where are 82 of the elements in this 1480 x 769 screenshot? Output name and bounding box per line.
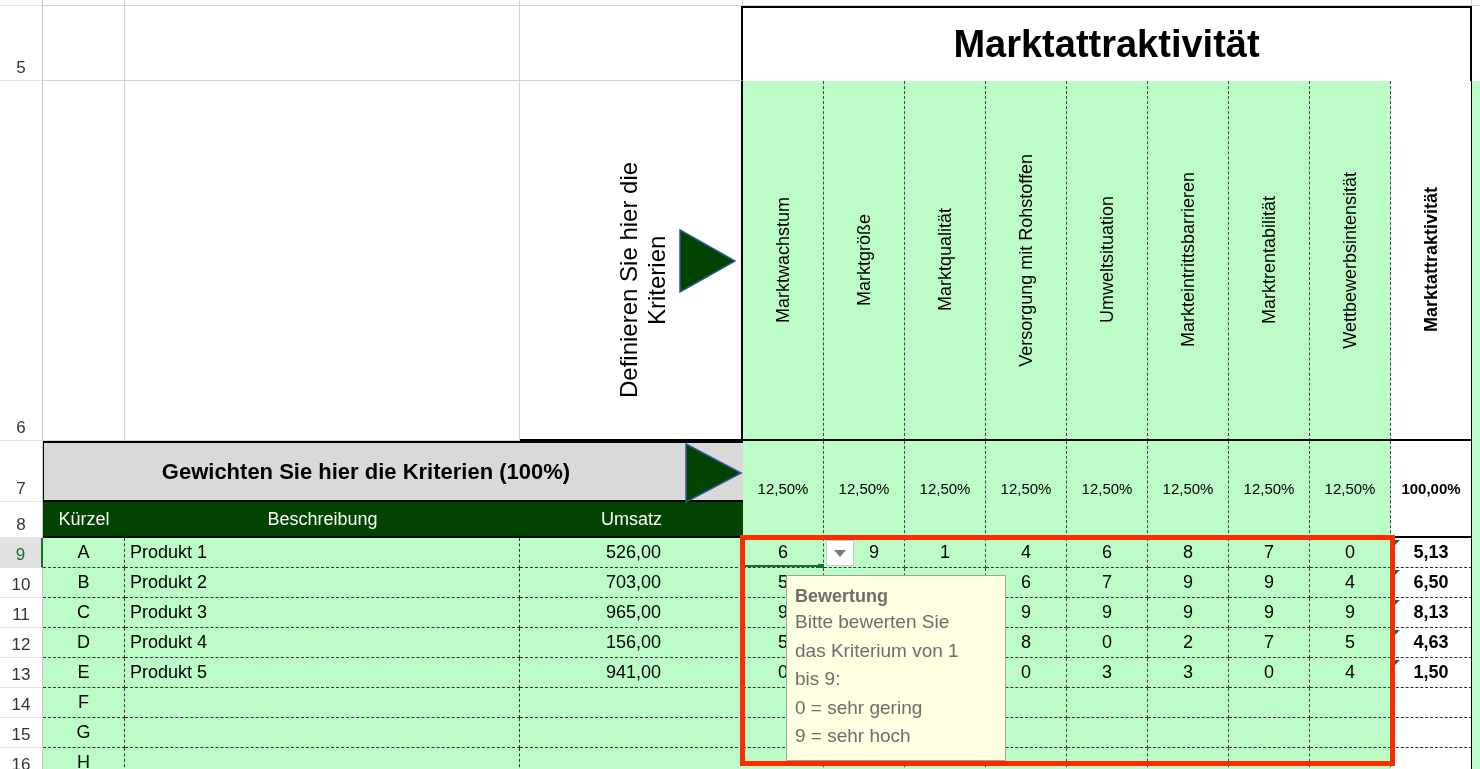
comment-marker-icon <box>1393 570 1400 577</box>
weight-cell: 12,50% <box>743 441 824 538</box>
score-cell: 7 <box>1229 628 1310 658</box>
description-cell: Produkt 3 <box>125 598 520 628</box>
score-cell: 4 <box>986 538 1067 568</box>
column-header: Kürzel <box>57 507 111 531</box>
score-cell: 5 <box>1310 628 1391 658</box>
score-cell: 3 <box>1067 658 1148 688</box>
score-cell: 6 <box>1067 538 1148 568</box>
caret-icon <box>834 549 846 557</box>
total-header: Marktattraktivität <box>1420 187 1442 333</box>
criterion-header: Marktwachstum <box>772 197 794 323</box>
criterion-header: Wettbewerbsintensität <box>1339 171 1361 349</box>
row-number[interactable]: 5 <box>0 6 43 81</box>
score-cell: 9 <box>1148 598 1229 628</box>
description-cell: Produkt 2 <box>125 568 520 598</box>
revenue-cell: 703,00 <box>520 568 743 598</box>
score-cell: 0 <box>1067 628 1148 658</box>
score-cell: 9 <box>1148 568 1229 598</box>
column-header: Umsatz <box>600 507 663 531</box>
description-cell: Produkt 1 <box>125 538 520 568</box>
score-cell: 9 <box>1310 598 1391 628</box>
weight-hint-text: Gewichten Sie hier die Kriterien (100%) <box>161 458 571 485</box>
code-cell: B <box>43 568 125 598</box>
score-cell: 1 <box>905 538 986 568</box>
revenue-cell: 965,00 <box>520 598 743 628</box>
revenue-cell: 941,00 <box>520 658 743 688</box>
criterion-header: Marktrentabilität <box>1258 195 1280 325</box>
arrow-icon <box>679 229 737 293</box>
code-cell: D <box>43 628 125 658</box>
tooltip-text: 9 = sehr hoch <box>795 724 912 748</box>
define-criteria-hint: Definieren Sie hier die Kriterien <box>614 160 671 401</box>
criterion-header: Markteintrittsbarrieren <box>1177 172 1199 348</box>
score-cell: 0 <box>1229 658 1310 688</box>
weight-cell: 12,50% <box>986 441 1067 538</box>
code-cell: C <box>43 598 125 628</box>
comment-marker-icon <box>1393 600 1400 607</box>
score-cell: 4 <box>1310 658 1391 688</box>
total-score-value: 6,50 <box>1413 572 1449 593</box>
total-score-value: 5,13 <box>1413 542 1449 563</box>
total-score-value: 8,13 <box>1413 602 1449 623</box>
revenue-cell: 526,00 <box>520 538 743 568</box>
criterion-header: Umweltsituation <box>1096 196 1118 324</box>
total-score-value: 4,63 <box>1413 632 1449 653</box>
score-cell: 2 <box>1148 628 1229 658</box>
score-cell: 4 <box>1310 568 1391 598</box>
row-number[interactable]: 9 <box>0 538 43 568</box>
score-cell: 7 <box>1067 568 1148 598</box>
comment-marker-icon <box>1393 630 1400 637</box>
description-cell: Produkt 5 <box>125 658 520 688</box>
weight-cell: 12,50% <box>1067 441 1148 538</box>
code-cell: E <box>43 658 125 688</box>
score-value: 6 <box>778 542 788 563</box>
criterion-header: Marktqualität <box>934 208 956 312</box>
score-cell: 3 <box>1148 658 1229 688</box>
weight-cell: 12,50% <box>1310 441 1391 538</box>
weight-cell: 12,50% <box>905 441 986 538</box>
criterion-header: Marktgröße <box>853 214 875 306</box>
total-score-value: 1,50 <box>1413 662 1449 683</box>
revenue-cell: 156,00 <box>520 628 743 658</box>
code-cell: F <box>43 688 125 718</box>
score-cell: 9 <box>1229 598 1310 628</box>
weight-cell: 12,50% <box>824 441 905 538</box>
comment-marker-icon <box>1393 660 1400 667</box>
description-cell: Produkt 4 <box>125 628 520 658</box>
tooltip-text: 0 = sehr gering <box>795 695 924 720</box>
criterion-header: Versorgung mit Rohstoffen <box>1015 153 1037 367</box>
code-cell: A <box>43 538 125 568</box>
score-value: 9 <box>869 542 879 563</box>
comment-marker-icon <box>1393 540 1400 547</box>
score-cell: 9 <box>1229 568 1310 598</box>
code-cell: G <box>43 718 125 748</box>
score-cell: 9 <box>1067 598 1148 628</box>
dropdown-button[interactable] <box>826 540 854 566</box>
code-cell: H <box>43 748 125 769</box>
score-cell: 7 <box>1229 538 1310 568</box>
score-cell: 8 <box>1148 538 1229 568</box>
score-cell: 0 <box>1310 538 1391 568</box>
column-header: Beschreibung <box>266 507 379 531</box>
weight-cell: 12,50% <box>1148 441 1229 538</box>
row-number[interactable]: 6 <box>0 81 43 441</box>
weight-cell: 12,50% <box>1229 441 1310 538</box>
